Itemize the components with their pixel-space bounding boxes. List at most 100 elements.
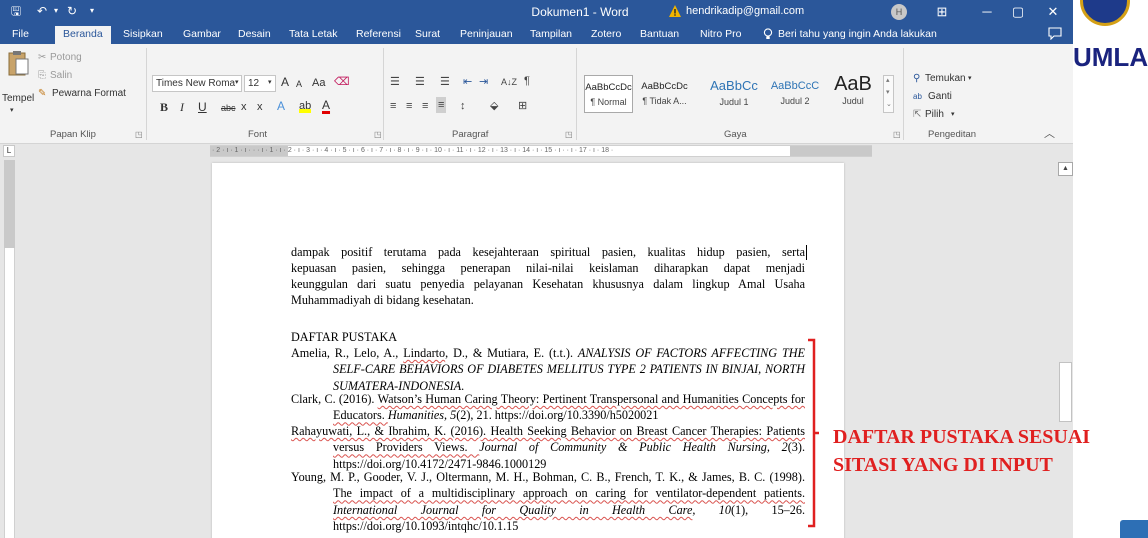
style-no-spacing[interactable]: AaBbCcDc ¶ Tidak A... xyxy=(640,75,689,113)
cut-button[interactable]: Potong xyxy=(50,51,82,65)
clear-formatting-icon[interactable]: ⌫ xyxy=(334,75,350,89)
style-name: Judul xyxy=(842,96,864,106)
avatar[interactable]: H xyxy=(891,4,907,20)
multilevel-list-icon[interactable]: ☰ xyxy=(440,75,450,89)
find-dropdown-icon[interactable]: ▾ xyxy=(968,72,972,86)
ribbon-display-options-icon[interactable]: ⊞ xyxy=(922,0,962,24)
align-left-icon[interactable]: ≡ xyxy=(390,99,396,113)
underline-button[interactable]: U xyxy=(198,100,207,114)
justify-icon[interactable]: ≡ xyxy=(436,97,447,113)
tab-gambar[interactable]: Gambar xyxy=(183,27,221,41)
style-heading-2[interactable]: AaBbCcC Judul 2 xyxy=(765,75,825,113)
clipboard-launcher-icon[interactable]: ◳ xyxy=(135,130,143,139)
tab-sisipkan[interactable]: Sisipkan xyxy=(123,27,163,41)
style-heading-1[interactable]: AaBbCc Judul 1 xyxy=(703,75,765,113)
copy-icon[interactable]: ⎘ xyxy=(38,69,46,83)
find-button[interactable]: Temukan xyxy=(925,72,966,86)
tab-selector-icon[interactable]: L xyxy=(3,145,15,157)
tell-me-search[interactable]: Beri tahu yang ingin Anda lakukan xyxy=(778,27,937,41)
show-marks-icon[interactable]: ¶ xyxy=(524,74,530,88)
tab-referensi[interactable]: Referensi xyxy=(356,27,401,41)
scroll-thumb[interactable] xyxy=(1059,362,1072,422)
restore-button[interactable]: ▢ xyxy=(998,0,1038,24)
font-launcher-icon[interactable]: ◳ xyxy=(374,130,382,139)
tab-zotero[interactable]: Zotero xyxy=(591,27,621,41)
italic-button[interactable]: I xyxy=(180,100,184,114)
decrease-indent-icon[interactable]: ⇤ xyxy=(463,75,472,89)
cut-icon[interactable]: ✂ xyxy=(38,51,46,65)
paste-button-label[interactable]: Tempel xyxy=(2,92,34,106)
scroll-up-arrow-icon[interactable]: ▲ xyxy=(1058,162,1073,176)
tab-desain[interactable]: Desain xyxy=(238,27,271,41)
styles-launcher-icon[interactable]: ◳ xyxy=(893,130,901,139)
tab-peninjauan[interactable]: Peninjauan xyxy=(460,27,513,41)
change-case-button[interactable]: Aa xyxy=(312,76,325,90)
save-icon[interactable]: 🖫 xyxy=(8,3,24,19)
bullets-icon[interactable]: ☰ xyxy=(390,75,400,89)
tab-bantuan[interactable]: Bantuan xyxy=(640,27,679,41)
font-name-dropdown-icon[interactable]: ▾ xyxy=(235,76,239,90)
ruler-ticks: · 2 · ı · 1 · ı · · · ı · 1 · ı · 2 · ı … xyxy=(212,147,614,154)
paste-dropdown-icon[interactable]: ▾ xyxy=(10,104,14,118)
paste-icon[interactable] xyxy=(7,49,29,77)
text-effects-icon[interactable]: A xyxy=(277,99,285,113)
strikethrough-button[interactable]: abc xyxy=(221,101,236,115)
select-dropdown-icon[interactable]: ▾ xyxy=(951,108,955,122)
style-preview: AaB xyxy=(834,75,872,95)
ref-authors: Clark, C. (2016). xyxy=(291,392,378,406)
red-bracket-annotation xyxy=(808,338,819,528)
account-email[interactable]: hendrikadip@gmail.com xyxy=(686,5,804,17)
tab-file[interactable]: File xyxy=(12,27,29,41)
shading-icon[interactable]: ⬙ xyxy=(490,99,498,113)
tab-tampilan[interactable]: Tampilan xyxy=(530,27,572,41)
tab-nitro-pro[interactable]: Nitro Pro xyxy=(700,27,741,41)
styles-scroll[interactable]: ▴ ▾ ⌄ xyxy=(883,75,894,113)
subscript-button[interactable]: x xyxy=(241,100,247,114)
comments-icon[interactable] xyxy=(1048,27,1062,40)
select-icon[interactable]: ⇱ xyxy=(913,108,921,122)
editing-group-label: Pengeditan xyxy=(928,129,977,140)
close-button[interactable]: ✕ xyxy=(1033,0,1073,24)
style-normal[interactable]: AaBbCcDc ¶ Normal xyxy=(584,75,633,113)
font-size-value: 12 xyxy=(248,78,260,89)
numbering-icon[interactable]: ☰ xyxy=(415,75,425,89)
shrink-font-button[interactable]: A xyxy=(296,77,302,91)
select-button[interactable]: Pilih xyxy=(925,108,944,122)
styles-more-icon[interactable]: ⌄ xyxy=(886,100,892,108)
paragraph-launcher-icon[interactable]: ◳ xyxy=(565,130,573,139)
replace-icon[interactable]: ab xyxy=(913,90,922,104)
redo-icon[interactable]: ↻ xyxy=(64,3,80,19)
font-color-button[interactable]: A xyxy=(322,98,330,112)
copy-button[interactable]: Salin xyxy=(50,69,72,83)
sort-icon[interactable]: A↓Z xyxy=(501,75,517,89)
format-painter-button[interactable]: Pewarna Format xyxy=(52,87,126,101)
undo-dropdown-icon[interactable]: ▾ xyxy=(48,3,64,19)
tab-beranda[interactable]: Beranda xyxy=(55,26,111,44)
styles-down-icon[interactable]: ▾ xyxy=(886,88,890,96)
customize-toolbar-icon[interactable]: ▾ xyxy=(84,3,100,19)
line-spacing-icon[interactable]: ↕ xyxy=(460,99,466,113)
grow-font-button[interactable]: A xyxy=(281,75,289,89)
tab-tata-letak[interactable]: Tata Letak xyxy=(289,27,337,41)
font-name-box[interactable]: Times New Roma xyxy=(152,75,242,92)
increase-indent-icon[interactable]: ⇥ xyxy=(479,75,488,89)
font-size-dropdown-icon[interactable]: ▾ xyxy=(268,76,272,90)
replace-button[interactable]: Ganti xyxy=(928,90,952,104)
format-painter-icon[interactable]: ✎ xyxy=(38,87,46,101)
highlight-color-icon[interactable]: ab xyxy=(299,99,312,113)
align-center-icon[interactable]: ≡ xyxy=(406,99,412,113)
style-title[interactable]: AaB Judul xyxy=(827,75,879,113)
styles-up-icon[interactable]: ▴ xyxy=(886,76,890,84)
bold-button[interactable]: B xyxy=(160,100,168,114)
ref-rest: (2), 21. https://doi.org/10.3390/h502002… xyxy=(456,408,659,423)
document-page[interactable]: dampak positif terutama pada kesejahtera… xyxy=(212,163,844,538)
tab-surat[interactable]: Surat xyxy=(415,27,440,41)
reference-entry: Amelia, R., Lelo, A., Lindarto, D., & Mu… xyxy=(291,345,805,394)
warning-icon[interactable] xyxy=(668,4,682,18)
align-right-icon[interactable]: ≡ xyxy=(422,99,428,113)
superscript-button[interactable]: x xyxy=(257,100,263,114)
collapse-ribbon-icon[interactable]: ︿ xyxy=(1044,127,1055,141)
borders-icon[interactable]: ⊞ xyxy=(518,99,527,113)
vertical-scrollbar[interactable] xyxy=(1058,160,1073,538)
search-icon[interactable]: ⚲ xyxy=(913,72,920,86)
